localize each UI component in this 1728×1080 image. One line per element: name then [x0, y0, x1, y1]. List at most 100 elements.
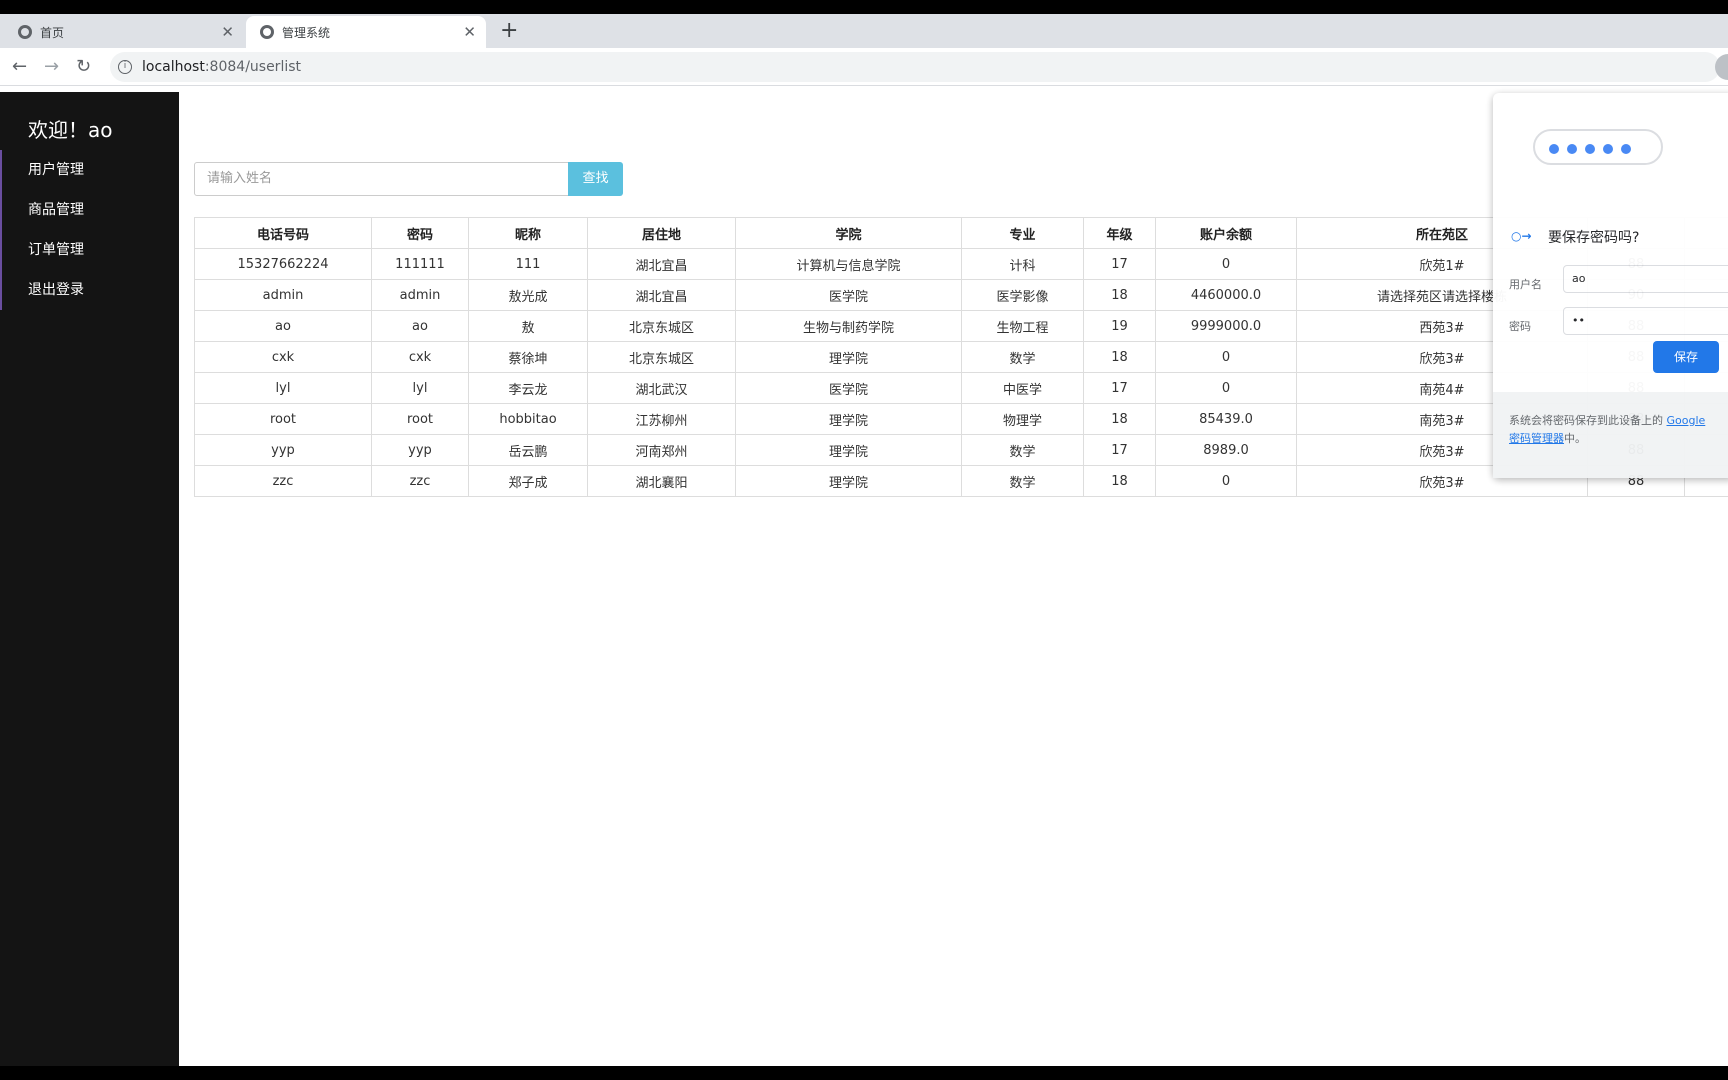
table-cell: 0 [1155, 372, 1297, 404]
sidebar: 欢迎！ao 用户管理 商品管理 订单管理 退出登录 [0, 92, 179, 1066]
table-cell: 郑子成 [468, 465, 588, 497]
reload-icon[interactable]: ↻ [76, 56, 91, 77]
column-header: 账户余额 [1155, 217, 1297, 249]
table-cell: 0 [1155, 248, 1297, 280]
table-cell: 湖北襄阳 [587, 465, 736, 497]
table-cell: 理学院 [735, 434, 962, 466]
table-cell: admin [371, 279, 469, 311]
info-icon[interactable]: i [118, 60, 132, 74]
table-cell: 生物与制药学院 [735, 310, 962, 342]
address-bar[interactable]: i localhost:8084/userlist [110, 52, 1720, 82]
table-cell: admin [194, 279, 372, 311]
dot-icon [1585, 144, 1595, 154]
table-cell: zzc [371, 465, 469, 497]
table-cell: 敖 [468, 310, 588, 342]
close-icon[interactable]: ✕ [463, 23, 476, 41]
tab-title: 管理系统 [282, 25, 331, 40]
table-cell: 湖北宜昌 [587, 279, 736, 311]
sidebar-item-logout[interactable]: 退出登录 [2, 270, 179, 310]
table-cell: 8989.0 [1155, 434, 1297, 466]
save-button[interactable]: 保存 [1653, 341, 1719, 373]
table-cell: 4460000.0 [1155, 279, 1297, 311]
key-icon: ○→ [1511, 229, 1532, 243]
sidebar-item-orders[interactable]: 订单管理 [2, 230, 179, 270]
browser-toolbar: ← → ↻ i localhost:8084/userlist [0, 48, 1728, 86]
popup-title: 要保存密码吗? [1548, 230, 1640, 246]
table-cell: 18 [1083, 279, 1156, 311]
table-cell: 李云龙 [468, 372, 588, 404]
close-icon[interactable]: ✕ [221, 23, 234, 41]
table-cell: 江苏柳州 [587, 403, 736, 435]
username-field[interactable]: ao [1563, 265, 1728, 293]
table-cell: 18 [1083, 465, 1156, 497]
browser-window: 首页 ✕ 管理系统 ✕ + ← → ↻ i localhost:8084/use… [0, 14, 1728, 1066]
table-cell: 河南郑州 [587, 434, 736, 466]
table-cell: 19 [1083, 310, 1156, 342]
table-cell: 111 [468, 248, 588, 280]
table-cell: 医学影像 [961, 279, 1084, 311]
table-cell: 中医学 [961, 372, 1084, 404]
sidebar-item-users[interactable]: 用户管理 [2, 150, 179, 190]
footer-text: 系统会将密码保存到此设备上的 [1509, 414, 1663, 427]
table-cell: 17 [1083, 372, 1156, 404]
column-header: 电话号码 [194, 217, 372, 249]
globe-icon [260, 25, 274, 39]
save-password-popup: ○→ 要保存密码吗? 用户名 ao 密码 •• 保存 系统会将密码保存到此设备上… [1493, 93, 1728, 478]
forward-icon[interactable]: → [44, 56, 59, 77]
table-cell: 0 [1155, 341, 1297, 373]
table-cell: 敖光成 [468, 279, 588, 311]
tab-admin[interactable]: 管理系统 ✕ [246, 16, 486, 48]
table-cell: 物理学 [961, 403, 1084, 435]
table-cell: lyl [194, 372, 372, 404]
table-cell: 生物工程 [961, 310, 1084, 342]
table-cell: zzc [194, 465, 372, 497]
table-cell: 15327662224 [194, 248, 372, 280]
table-cell: cxk [371, 341, 469, 373]
dot-icon [1603, 144, 1613, 154]
url-host: localhost [142, 59, 205, 75]
table-cell: 数学 [961, 465, 1084, 497]
back-icon[interactable]: ← [12, 56, 27, 77]
table-cell: 北京东城区 [587, 310, 736, 342]
url-path: :8084/userlist [204, 59, 302, 75]
password-field[interactable]: •• [1563, 307, 1728, 335]
column-header: 密码 [371, 217, 469, 249]
table-cell: 计科 [961, 248, 1084, 280]
search-button[interactable]: 查找 [568, 162, 623, 196]
search-input[interactable]: 请输入姓名 [194, 162, 569, 196]
table-cell: root [194, 403, 372, 435]
table-cell: hobbitao [468, 403, 588, 435]
dot-icon [1621, 144, 1631, 154]
password-label: 密码 [1509, 320, 1531, 333]
table-cell: 理学院 [735, 403, 962, 435]
profile-avatar[interactable] [1715, 54, 1728, 80]
table-cell: ao [371, 310, 469, 342]
table-cell: root [371, 403, 469, 435]
sidebar-menu: 用户管理 商品管理 订单管理 退出登录 [0, 150, 179, 310]
tab-title: 首页 [40, 25, 65, 40]
dot-icon [1567, 144, 1577, 154]
table-cell: 数学 [961, 434, 1084, 466]
table-cell: 理学院 [735, 341, 962, 373]
table-cell: 医学院 [735, 279, 962, 311]
table-cell: 85439.0 [1155, 403, 1297, 435]
column-header: 年级 [1083, 217, 1156, 249]
table-cell: 18 [1083, 403, 1156, 435]
new-tab-icon[interactable]: + [500, 18, 518, 43]
table-cell: 数学 [961, 341, 1084, 373]
popup-footer: 系统会将密码保存到此设备上的 Google 密码管理器中。 [1493, 392, 1728, 478]
table-cell: 理学院 [735, 465, 962, 497]
table-cell: 0 [1155, 465, 1297, 497]
table-cell: 9999000.0 [1155, 310, 1297, 342]
table-cell: 岳云鹏 [468, 434, 588, 466]
sidebar-item-products[interactable]: 商品管理 [2, 190, 179, 230]
table-cell: ao [194, 310, 372, 342]
dot-icon [1549, 144, 1559, 154]
column-header: 居住地 [587, 217, 736, 249]
table-cell: yyp [194, 434, 372, 466]
table-cell: 17 [1083, 248, 1156, 280]
table-cell: 湖北宜昌 [587, 248, 736, 280]
tab-home[interactable]: 首页 ✕ [18, 16, 244, 48]
password-illustration [1533, 129, 1663, 165]
tab-strip: 首页 ✕ 管理系统 ✕ + [0, 14, 1728, 48]
